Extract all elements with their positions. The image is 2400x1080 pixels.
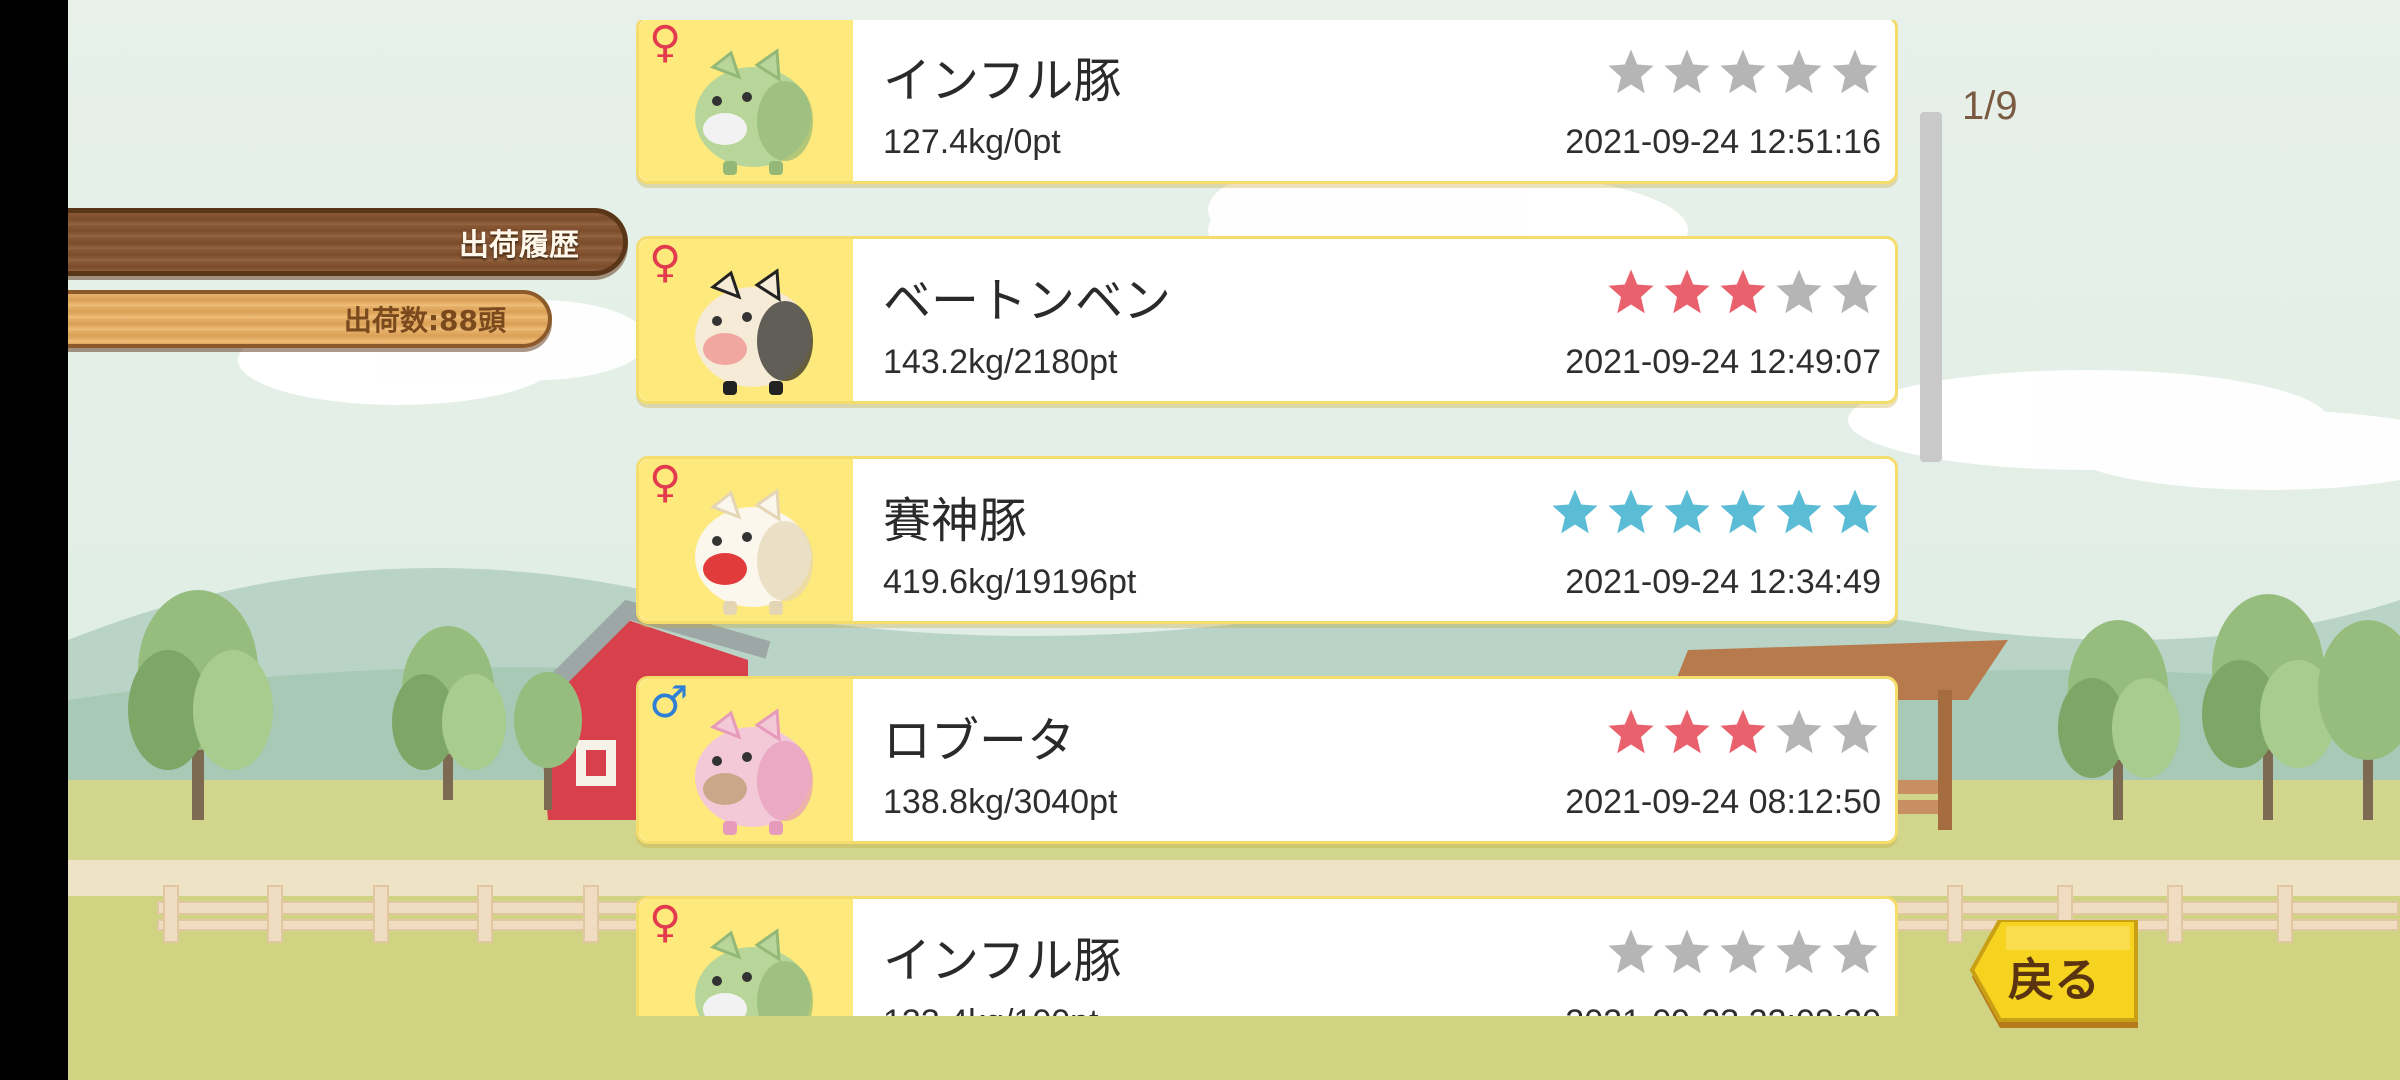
list-item[interactable]: ♀ ベートンベン 143.2kg/2180pt 2021-09-24 12:49:07 — [636, 236, 1898, 404]
star-icon — [1832, 929, 1878, 974]
pig-name: インフル豚 — [883, 53, 1122, 109]
star-rating — [1605, 47, 1881, 97]
shipment-timestamp: 2021-09-24 12:49:07 — [1565, 343, 1881, 381]
star-rating — [1605, 707, 1881, 757]
pig-weight-points: 133.4kg/100pt — [883, 1003, 1099, 1016]
star-icon — [1720, 49, 1766, 94]
star-icon — [1776, 929, 1822, 974]
pig-icon — [695, 708, 813, 835]
pig-weight-points: 127.4kg/0pt — [883, 123, 1061, 161]
pig-weight-points: 143.2kg/2180pt — [883, 343, 1118, 381]
star-icon — [1664, 709, 1710, 754]
list-item[interactable]: ♂ ロブータ 138.8kg/3040pt 2021-09-24 08:12:50 — [636, 676, 1898, 844]
back-button[interactable]: 戻る — [1966, 918, 2142, 1044]
shipment-record-list[interactable]: ♀ インフル豚 127.4kg/0pt 2021-09-24 12:51:16 ♀ ベート… — [632, 20, 1904, 1016]
star-icon — [1608, 709, 1654, 754]
pig-name: 賽神豚 — [883, 493, 1028, 549]
star-icon — [1776, 709, 1822, 754]
list-item[interactable]: ♀ 賽神豚 419.6kg/19196pt 2021-09-24 12:34:49 — [636, 456, 1898, 624]
pig-icon — [695, 928, 813, 1016]
female-gender-icon: ♀ — [649, 20, 682, 68]
shipment-timestamp: 2021-09-24 08:12:50 — [1565, 783, 1881, 821]
shipment-timestamp: 2021-09-23 22:08:30 — [1565, 1003, 1881, 1016]
shipment-count-label: 出荷数:88頭 — [68, 290, 552, 348]
pig-thumbnail: ♀ — [639, 459, 853, 621]
star-icon — [1720, 929, 1766, 974]
page-indicator: 1/9 — [1962, 84, 2018, 128]
star-icon — [1776, 49, 1822, 94]
star-icon — [1832, 269, 1878, 314]
star-icon — [1720, 269, 1766, 314]
star-icon — [1608, 929, 1654, 974]
pig-icon — [695, 488, 813, 615]
pig-thumbnail: ♂ — [639, 679, 853, 841]
shipment-history-label: 出荷履歴 — [68, 208, 628, 276]
star-icon — [1776, 489, 1822, 534]
star-rating — [1605, 927, 1881, 977]
star-icon — [1608, 49, 1654, 94]
pig-icon — [695, 48, 813, 175]
list-item[interactable]: ♀ インフル豚 133.4kg/100pt 2021-09-23 22:08:30 — [636, 896, 1898, 1016]
star-rating — [1549, 487, 1881, 537]
star-icon — [1832, 489, 1878, 534]
female-gender-icon: ♀ — [649, 459, 682, 508]
pig-thumbnail: ♀ — [639, 899, 853, 1016]
star-icon — [1664, 49, 1710, 94]
back-button-label: 戻る — [2008, 953, 2100, 1007]
star-icon — [1608, 489, 1654, 534]
pig-name: ベートンベン — [883, 273, 1172, 329]
list-scrollbar[interactable] — [1920, 112, 1942, 462]
pig-weight-points: 138.8kg/3040pt — [883, 783, 1118, 821]
male-gender-icon: ♂ — [649, 679, 689, 728]
female-gender-icon: ♀ — [649, 899, 682, 948]
star-icon — [1664, 489, 1710, 534]
list-item[interactable]: ♀ インフル豚 127.4kg/0pt 2021-09-24 12:51:16 — [636, 20, 1898, 184]
female-gender-icon: ♀ — [649, 239, 682, 288]
star-icon — [1832, 709, 1878, 754]
pig-weight-points: 419.6kg/19196pt — [883, 563, 1137, 601]
pig-name: インフル豚 — [883, 933, 1122, 989]
star-icon — [1720, 709, 1766, 754]
shipment-timestamp: 2021-09-24 12:34:49 — [1565, 563, 1881, 601]
star-rating — [1605, 267, 1881, 317]
shipment-timestamp: 2021-09-24 12:51:16 — [1565, 123, 1881, 161]
star-icon — [1776, 269, 1822, 314]
pig-thumbnail: ♀ — [639, 239, 853, 401]
pig-thumbnail: ♀ — [639, 20, 853, 181]
star-icon — [1664, 929, 1710, 974]
star-icon — [1608, 269, 1654, 314]
pig-name: ロブータ — [883, 713, 1076, 769]
star-icon — [1720, 489, 1766, 534]
star-icon — [1664, 269, 1710, 314]
star-icon — [1832, 49, 1878, 94]
star-icon — [1552, 489, 1598, 534]
pig-icon — [695, 268, 813, 395]
